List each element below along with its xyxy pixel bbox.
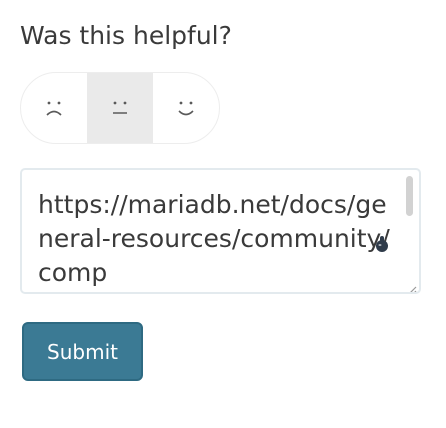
rating-option-happy[interactable] [153, 73, 219, 143]
rating-option-sad[interactable] [21, 73, 87, 143]
happy-face-icon [170, 92, 202, 124]
submit-button[interactable]: Submit [22, 322, 143, 381]
neutral-face-icon [104, 92, 136, 124]
rating-option-neutral[interactable] [87, 73, 153, 143]
resize-handle-icon[interactable] [407, 280, 417, 292]
feedback-question: Was this helpful? [20, 21, 232, 50]
sad-face-icon [38, 92, 70, 124]
textarea-value: https://mariadb.net/docs/general-resourc… [38, 190, 390, 287]
textarea-scrollbar[interactable] [405, 176, 415, 286]
scrollbar-thumb[interactable] [406, 176, 413, 216]
rating-selector [20, 72, 220, 144]
feedback-textarea[interactable]: https://mariadb.net/docs/general-resourc… [20, 168, 421, 294]
mouse-cursor-icon [375, 236, 389, 256]
